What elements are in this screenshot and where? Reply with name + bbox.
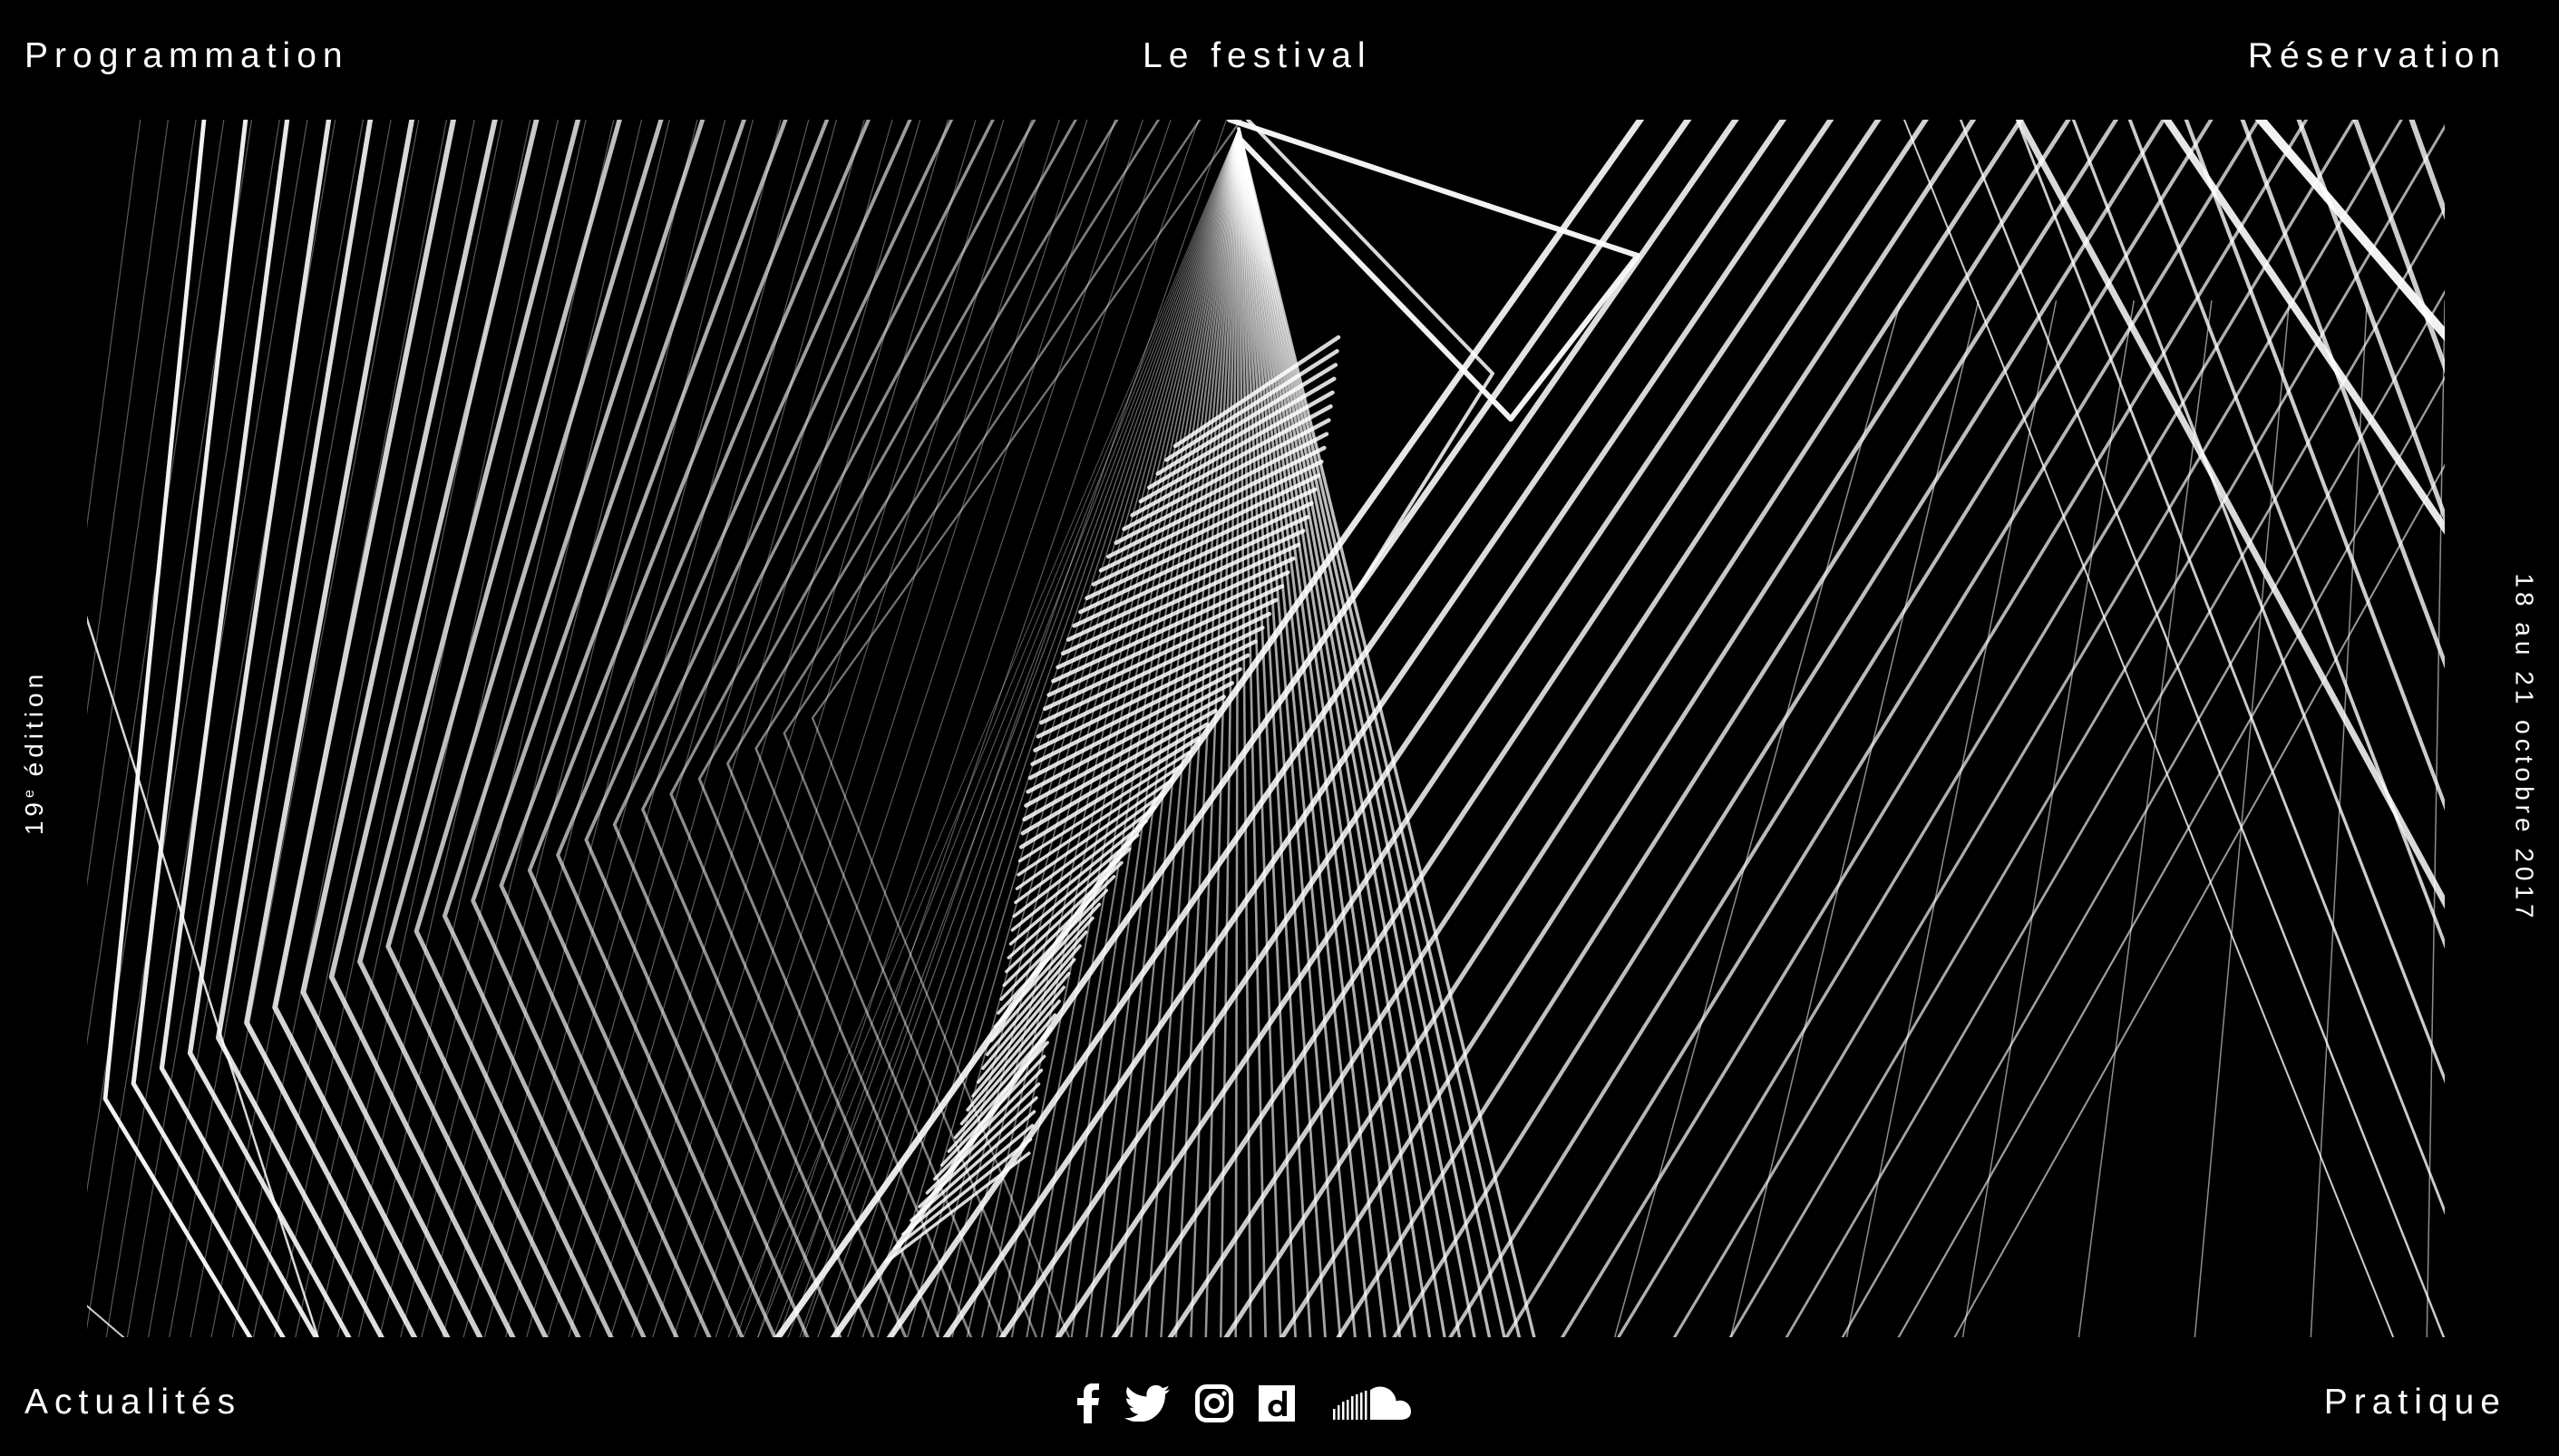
social-links xyxy=(1077,1378,1418,1429)
edition-suffix: e xyxy=(21,788,37,799)
edition-word: édition xyxy=(20,669,49,789)
festival-dates-text: 18 au 21 octobre 2017 xyxy=(2511,573,2540,923)
nav-pratique[interactable]: Pratique xyxy=(2324,1384,2506,1420)
nav-le-festival[interactable]: Le festival xyxy=(1143,38,1372,73)
nav-reservation[interactable]: Réservation xyxy=(2248,38,2506,73)
page: Programmation Le festival Réservation 19… xyxy=(0,0,2559,1456)
string-art-illustration xyxy=(87,120,2445,1337)
dailymotion-icon[interactable] xyxy=(1259,1378,1295,1429)
twitter-icon[interactable] xyxy=(1124,1378,1170,1429)
soundcloud-icon[interactable] xyxy=(1333,1378,1418,1429)
facebook-icon[interactable] xyxy=(1077,1378,1099,1429)
nav-programmation[interactable]: Programmation xyxy=(24,38,349,73)
hero-artwork xyxy=(87,120,2445,1337)
edition-number: 19 xyxy=(20,798,49,836)
instagram-icon[interactable] xyxy=(1195,1378,1233,1429)
nav-actualites[interactable]: Actualités xyxy=(24,1384,241,1420)
festival-dates: 18 au 21 octobre 2017 xyxy=(2499,544,2550,952)
edition-label: 19e édition xyxy=(9,653,60,852)
